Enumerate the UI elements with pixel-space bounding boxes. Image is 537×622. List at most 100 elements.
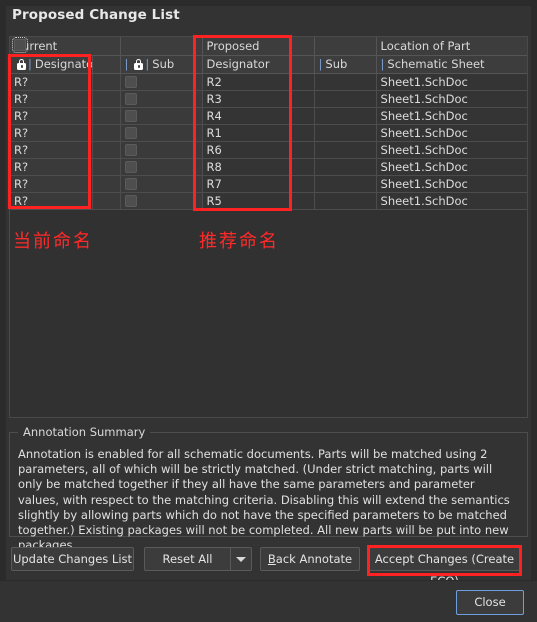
cell-current-designator[interactable]: R? bbox=[10, 39, 93, 210]
group-header-blank-2[interactable] bbox=[314, 37, 377, 56]
table-group-header-row: Current Proposed Location of Part bbox=[10, 37, 527, 56]
cell-proposed-sub[interactable] bbox=[314, 175, 377, 193]
cell-proposed-sub[interactable] bbox=[314, 141, 377, 159]
column-header-schematic-sheet-label: Schematic Sheet bbox=[387, 57, 485, 71]
cell-current-sub[interactable] bbox=[120, 175, 203, 193]
cell-proposed-designator[interactable]: R5 bbox=[202, 192, 315, 210]
cell-current-designator[interactable]: R? bbox=[10, 39, 93, 108]
annotation-summary-text: Annotation is enabled for all schematic … bbox=[18, 447, 510, 553]
cell-proposed-sub[interactable] bbox=[314, 107, 377, 125]
back-annotate-label: ack Annotate bbox=[275, 552, 353, 566]
reset-all-dropdown-button[interactable] bbox=[230, 547, 252, 571]
cell-spacer bbox=[92, 73, 121, 91]
cell-current-sub[interactable] bbox=[120, 90, 203, 108]
cell-location[interactable]: Sheet1.SchDoc bbox=[376, 124, 527, 142]
back-annotate-button[interactable]: Back Annotate bbox=[260, 547, 360, 571]
cell-current-designator-label: R? bbox=[14, 159, 29, 174]
table-row[interactable]: R? R1 Sheet1.SchDoc bbox=[10, 39, 527, 142]
cell-location[interactable]: Sheet1.SchDoc bbox=[376, 192, 527, 210]
column-header-proposed-designator[interactable]: Designator bbox=[202, 55, 315, 74]
cell-proposed-sub[interactable] bbox=[314, 90, 377, 108]
cell-current-sub[interactable] bbox=[120, 192, 203, 210]
cell-proposed-designator[interactable]: R2 bbox=[202, 73, 315, 91]
table-row[interactable]: R? R7 Sheet1.SchDoc bbox=[10, 39, 527, 193]
group-header-proposed[interactable]: Proposed bbox=[202, 37, 315, 56]
row-sub-checkbox[interactable] bbox=[124, 194, 137, 207]
close-button[interactable]: Close bbox=[456, 590, 524, 615]
table-column-header-row: | Designator | | Sub Designator | Sub | Schem… bbox=[10, 55, 527, 74]
cell-location[interactable]: Sheet1.SchDoc bbox=[376, 158, 527, 176]
row-sub-checkbox[interactable] bbox=[124, 109, 137, 122]
annotation-summary-group: Annotation Summary Annotation is enabled… bbox=[9, 425, 528, 552]
table-row[interactable]: R? R3 Sheet1.SchDoc bbox=[10, 39, 527, 108]
row-sub-checkbox[interactable] bbox=[124, 160, 137, 173]
table-row[interactable]: R? R8 Sheet1.SchDoc bbox=[10, 39, 527, 176]
cell-current-sub[interactable] bbox=[120, 107, 203, 125]
table-row[interactable]: R? R4 Sheet1.SchDoc bbox=[10, 39, 527, 125]
group-header-location-of-part[interactable]: Location of Part bbox=[376, 37, 527, 56]
cell-spacer bbox=[92, 141, 121, 159]
cell-current-designator-label: R? bbox=[14, 91, 29, 106]
column-header-current-sub[interactable]: | | Sub bbox=[120, 55, 203, 74]
cell-proposed-designator[interactable]: R3 bbox=[202, 90, 315, 108]
cell-current-designator[interactable]: R? bbox=[10, 37, 93, 91]
cell-current-sub[interactable] bbox=[120, 141, 203, 159]
lock-icon bbox=[134, 59, 144, 70]
cell-proposed-sub[interactable] bbox=[314, 158, 377, 176]
table-row[interactable]: R? R2 Sheet1.SchDoc bbox=[10, 37, 527, 91]
column-header-schematic-sheet[interactable]: | Schematic Sheet bbox=[376, 55, 527, 74]
cell-current-sub[interactable] bbox=[120, 73, 203, 91]
cell-current-designator[interactable]: R? bbox=[10, 39, 93, 176]
row-sub-checkbox[interactable] bbox=[124, 177, 137, 190]
dialog-title: Proposed Change List bbox=[12, 7, 180, 23]
cell-location[interactable]: Sheet1.SchDoc bbox=[376, 90, 527, 108]
cell-location[interactable]: Sheet1.SchDoc bbox=[376, 141, 527, 159]
cell-current-sub[interactable] bbox=[120, 124, 203, 142]
column-header-proposed-sub[interactable]: | Sub bbox=[314, 55, 377, 74]
cell-spacer bbox=[92, 175, 121, 193]
reset-all-button[interactable]: Reset All bbox=[144, 547, 230, 571]
column-header-spacer-1[interactable] bbox=[92, 55, 121, 74]
group-header-current[interactable]: Current bbox=[10, 37, 121, 56]
cell-spacer bbox=[92, 158, 121, 176]
cell-current-designator-label: R? bbox=[14, 193, 29, 208]
cell-current-designator[interactable]: R? bbox=[10, 39, 93, 125]
annotation-label-current: 当前命名 bbox=[13, 231, 93, 252]
lock-icon bbox=[17, 59, 26, 70]
cell-proposed-sub[interactable] bbox=[314, 73, 377, 91]
cell-proposed-designator[interactable]: R7 bbox=[202, 175, 315, 193]
table-row[interactable]: R? R5 Sheet1.SchDoc bbox=[10, 39, 527, 210]
cell-spacer bbox=[92, 107, 121, 125]
cell-current-designator[interactable]: R? bbox=[10, 39, 93, 159]
cell-location[interactable]: Sheet1.SchDoc bbox=[376, 73, 527, 91]
table-row[interactable]: R? R6 Sheet1.SchDoc bbox=[10, 39, 527, 159]
cell-current-sub[interactable] bbox=[120, 158, 203, 176]
annotation-summary-legend: Annotation Summary bbox=[18, 425, 151, 439]
cell-current-designator[interactable]: R? bbox=[10, 39, 93, 193]
cell-proposed-sub[interactable] bbox=[314, 124, 377, 142]
row-sub-checkbox[interactable] bbox=[124, 126, 137, 139]
group-header-blank-1[interactable] bbox=[120, 37, 203, 56]
cell-proposed-designator[interactable]: R6 bbox=[202, 141, 315, 159]
back-annotate-accel: B bbox=[267, 552, 276, 566]
row-sub-checkbox[interactable] bbox=[124, 75, 137, 88]
cell-spacer bbox=[92, 90, 121, 108]
cell-proposed-designator[interactable]: R8 bbox=[202, 158, 315, 176]
cell-current-designator[interactable]: R? bbox=[10, 39, 93, 142]
cell-proposed-designator[interactable]: R1 bbox=[202, 124, 315, 142]
annotation-label-proposed: 推荐命名 bbox=[199, 231, 279, 252]
cell-proposed-designator[interactable]: R4 bbox=[202, 107, 315, 125]
row-sub-checkbox[interactable] bbox=[124, 143, 137, 156]
accept-changes-create-eco-button[interactable]: Accept Changes (Create ECO) bbox=[369, 547, 520, 588]
row-sub-checkbox[interactable] bbox=[124, 92, 137, 105]
cell-spacer bbox=[92, 192, 121, 210]
cell-proposed-sub[interactable] bbox=[314, 192, 377, 210]
cell-current-designator-label: R? bbox=[14, 108, 29, 123]
cell-location[interactable]: Sheet1.SchDoc bbox=[376, 175, 527, 193]
cell-spacer bbox=[92, 124, 121, 142]
cell-current-designator-label: R? bbox=[14, 176, 29, 191]
proposed-change-list-dialog: Proposed Change List Current Proposed Lo… bbox=[0, 0, 537, 622]
cell-location[interactable]: Sheet1.SchDoc bbox=[376, 107, 527, 125]
update-changes-list-button[interactable]: Update Changes List bbox=[11, 547, 134, 571]
column-header-current-designator[interactable]: | Designator bbox=[10, 55, 93, 74]
